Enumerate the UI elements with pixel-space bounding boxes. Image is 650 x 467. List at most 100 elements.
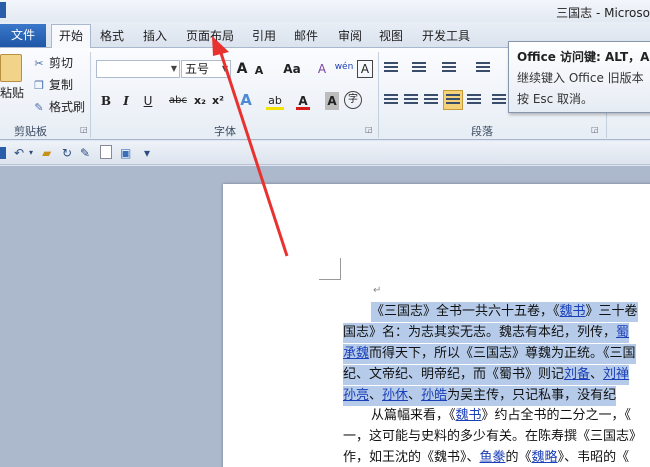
- tab-page-layout[interactable]: 页面布局: [184, 26, 236, 47]
- hyperlink[interactable]: 魏书: [560, 304, 586, 319]
- window-title: 三国志 - Microso: [556, 6, 650, 20]
- new-document-icon[interactable]: [100, 145, 112, 159]
- justify-button[interactable]: [443, 90, 463, 110]
- underline-button[interactable]: U: [141, 92, 155, 110]
- clipboard-group-label: 剪贴板: [14, 125, 47, 138]
- tab-mailings[interactable]: 邮件: [292, 26, 320, 47]
- highlight-color-button[interactable]: ab: [266, 92, 284, 110]
- tab-view[interactable]: 视图: [377, 26, 405, 47]
- char-border-button[interactable]: A: [357, 60, 373, 78]
- customize-qat-icon[interactable]: ▾: [144, 145, 150, 161]
- align-left-icon[interactable]: [384, 94, 398, 106]
- paragraph-launcher-icon[interactable]: ◲: [591, 125, 599, 134]
- decrease-indent-icon[interactable]: [476, 62, 490, 74]
- format-painter-button[interactable]: ✎ 格式刷: [32, 98, 85, 116]
- align-center-icon[interactable]: [404, 94, 418, 106]
- phonetic-guide-button[interactable]: wén: [334, 58, 354, 76]
- clipboard-launcher-icon[interactable]: ◲: [80, 125, 88, 134]
- word-app-icon[interactable]: [0, 2, 6, 18]
- format-painter-label: 格式刷: [49, 100, 86, 114]
- hyperlink[interactable]: 孙亮: [343, 388, 369, 403]
- watermark: 装机吧: [248, 368, 305, 389]
- grow-font-button[interactable]: A: [235, 60, 249, 78]
- hyperlink[interactable]: 刘禅: [603, 367, 629, 382]
- document-line[interactable]: 《三国志》全书一共六十五卷，《魏书》三十卷: [371, 302, 638, 322]
- document-line[interactable]: 纪、文帝纪、明帝纪，而《蜀书》则记刘备、刘禅: [343, 365, 630, 385]
- text-run: 》三十卷: [585, 304, 638, 319]
- cut-button[interactable]: ✂ 剪切: [32, 54, 73, 72]
- text-run: 作，如王沈的《魏书》、: [343, 450, 480, 465]
- chevron-down-icon: ▼: [170, 64, 177, 73]
- change-case-button[interactable]: Aa: [280, 60, 304, 78]
- document-line[interactable]: 一，这可能与史料的多少有关。在陈寿撰《三国志》: [343, 427, 642, 447]
- justify-icon: [446, 94, 460, 106]
- text-run: 》、韦昭的《: [557, 450, 630, 465]
- tab-home[interactable]: 开始: [51, 24, 92, 48]
- hyperlink[interactable]: 孙皓: [421, 388, 447, 403]
- hyperlink[interactable]: 刘备: [564, 367, 590, 382]
- group-separator: [90, 52, 91, 138]
- document-line[interactable]: 从篇幅来看，《魏书》约占全书的二分之一，《: [371, 406, 631, 426]
- tab-format[interactable]: 格式: [98, 26, 126, 47]
- text-run: 的《: [505, 450, 532, 465]
- subscript-button[interactable]: x₂: [192, 92, 208, 110]
- cut-label: 剪切: [49, 56, 74, 70]
- multilevel-list-icon[interactable]: [442, 62, 456, 74]
- copy-label: 复制: [49, 78, 74, 92]
- undo-dropdown-icon[interactable]: ▾: [29, 145, 33, 161]
- text-effects-button[interactable]: A: [238, 91, 254, 109]
- bullets-icon[interactable]: [384, 62, 398, 74]
- hyperlink[interactable]: 魏略: [532, 450, 558, 465]
- save-icon[interactable]: [0, 147, 6, 159]
- document-area[interactable]: ↵ 《三国志》全书一共六十五卷，《魏书》三十卷 国志》名：为志其实无志。魏志有本纪…: [0, 166, 650, 467]
- tab-file[interactable]: 文件: [0, 24, 46, 47]
- title-bar: 三国志 - Microso: [0, 0, 650, 22]
- font-size-combo[interactable]: 五号 ▼: [181, 60, 231, 78]
- paragraph-mark: ↵: [373, 285, 382, 296]
- italic-button[interactable]: I: [120, 92, 132, 110]
- undo-icon[interactable]: ↶: [14, 145, 24, 161]
- tab-references[interactable]: 引用: [250, 26, 278, 47]
- hyperlink[interactable]: 鱼豢: [480, 450, 506, 465]
- tab-insert[interactable]: 插入: [141, 26, 169, 47]
- brush-icon: ✎: [34, 101, 44, 114]
- hyperlink[interactable]: 魏书: [456, 408, 482, 423]
- bold-button[interactable]: B: [100, 92, 112, 110]
- quick-access-toolbar: ↶ ▾ ▰ ↻ ✎ ▣ ▾: [0, 141, 650, 165]
- document-line[interactable]: 国志》名：为志其实无志。魏志有本纪，列传，蜀: [343, 323, 630, 343]
- strikethrough-button[interactable]: abc: [167, 92, 189, 110]
- line-spacing-icon[interactable]: [492, 94, 506, 106]
- text-run: 纪、文帝纪、明帝纪，而《蜀书》则记: [343, 367, 565, 382]
- superscript-button[interactable]: x²: [210, 92, 226, 110]
- tooltip-line-2: 按 Esc 取消。: [517, 92, 594, 106]
- tab-review[interactable]: 审阅: [336, 26, 364, 47]
- redo-icon[interactable]: ↻: [62, 145, 72, 161]
- text-run: 一，这可能与史料的多少有关。在陈寿撰《三国志》: [343, 429, 643, 444]
- hyperlink[interactable]: 承魏: [343, 346, 369, 361]
- distributed-icon[interactable]: [467, 94, 481, 106]
- tab-developer[interactable]: 开发工具: [420, 26, 472, 47]
- font-launcher-icon[interactable]: ◲: [365, 125, 373, 134]
- font-group-label: 字体: [214, 125, 236, 138]
- numbering-icon[interactable]: [412, 62, 426, 74]
- print-preview-icon[interactable]: ▣: [120, 145, 131, 161]
- document-page[interactable]: ↵ 《三国志》全书一共六十五卷，《魏书》三十卷 国志》名：为志其实无志。魏志有本纪…: [223, 184, 650, 467]
- document-line[interactable]: 孙亮、孙休、孙皓为吴主传，只记私事，没有纪: [343, 386, 617, 406]
- hyperlink[interactable]: 孙休: [382, 388, 408, 403]
- hyperlink[interactable]: 蜀: [616, 325, 629, 340]
- open-folder-icon[interactable]: ▰: [42, 145, 51, 161]
- char-shading-button[interactable]: A: [325, 92, 339, 110]
- clear-format-button[interactable]: A: [314, 60, 330, 78]
- document-line[interactable]: 承魏而得天下，所以《三国志》尊魏为正统。《三国: [343, 344, 636, 364]
- font-color-button[interactable]: A: [296, 92, 310, 110]
- enclose-char-button[interactable]: 字: [344, 91, 362, 109]
- text-run: 而得天下，所以《三国志》尊魏为正统。《三国: [369, 346, 636, 361]
- document-line[interactable]: 作，如王沈的《魏书》、鱼豢的《魏略》、韦昭的《: [343, 448, 629, 467]
- edit-icon[interactable]: ✎: [80, 145, 90, 161]
- scissors-icon: ✂: [34, 57, 44, 70]
- font-name-combo[interactable]: ▼: [96, 60, 180, 78]
- paste-button[interactable]: 粘贴: [0, 52, 26, 112]
- copy-button[interactable]: ❐ 复制: [32, 76, 73, 94]
- shrink-font-button[interactable]: A: [252, 62, 266, 80]
- align-right-icon[interactable]: [424, 94, 438, 106]
